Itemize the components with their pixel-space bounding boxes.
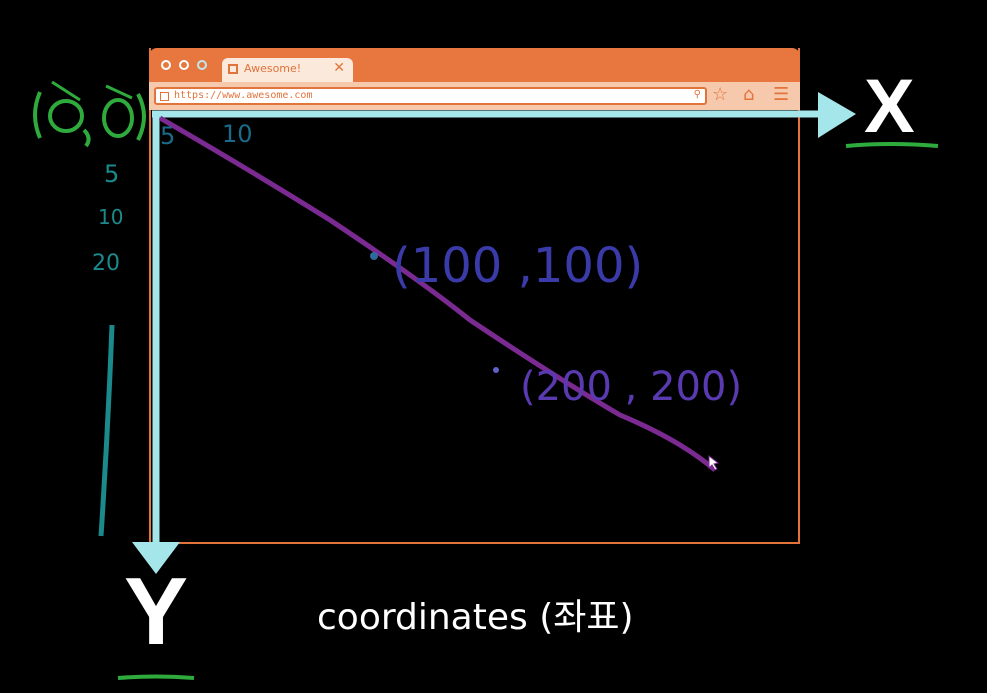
- x-axis-label: X: [864, 64, 915, 149]
- origin-zero-slash-2: [105, 84, 133, 100]
- y-tick-10: 10: [98, 205, 123, 229]
- x-axis-arrowhead: [818, 92, 856, 138]
- y-axis-label: Y: [124, 558, 189, 665]
- y-direction-stroke: [98, 324, 115, 537]
- point-200-200: [493, 367, 499, 373]
- origin-paren-left: [33, 91, 42, 139]
- x-tick-5: 5: [160, 122, 175, 150]
- caption: coordinates (좌표): [317, 597, 634, 638]
- diagonal-line: [158, 115, 717, 472]
- y-tick-5: 5: [104, 160, 119, 188]
- point1-label: (100 ,100): [392, 238, 643, 294]
- y-tick-20: 20: [92, 251, 120, 276]
- y-label-underline: [117, 674, 195, 680]
- origin-zero-slash-1: [51, 80, 81, 102]
- point2-label: (200 , 200): [520, 364, 742, 410]
- origin-zero-2: [102, 98, 134, 138]
- origin-comma: [82, 128, 91, 148]
- point-100-100: [370, 252, 378, 260]
- x-tick-10: 10: [222, 120, 253, 148]
- origin-paren-right: [136, 93, 146, 141]
- origin-zero-1: [48, 99, 84, 133]
